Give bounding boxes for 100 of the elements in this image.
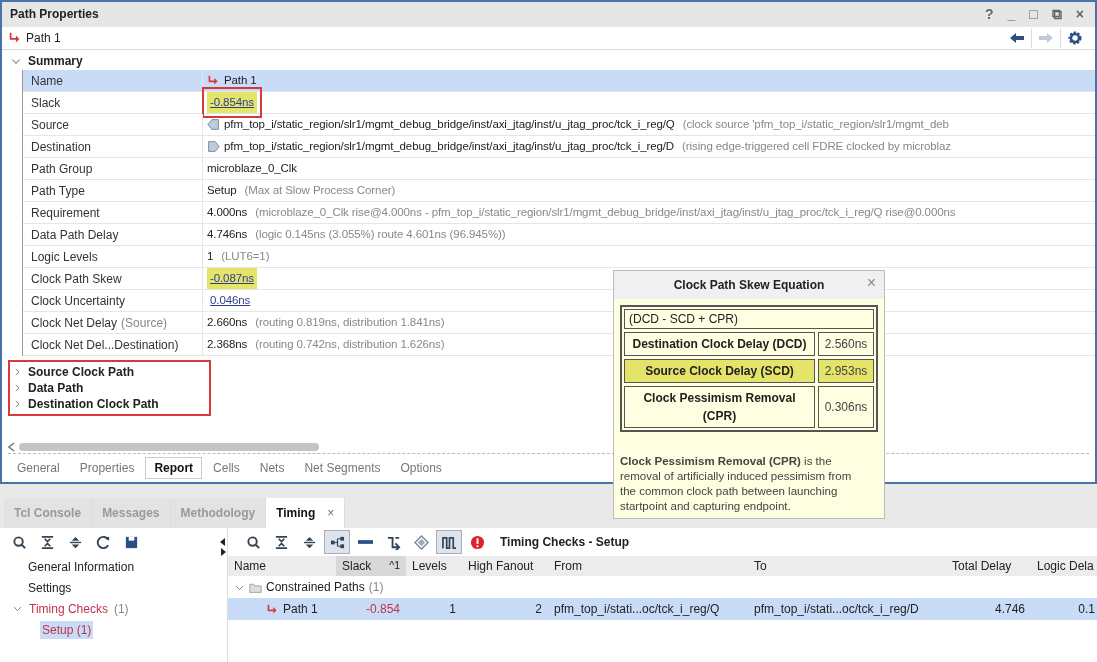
sort-indicator: ^1 <box>389 558 400 574</box>
save-icon <box>123 534 139 550</box>
property-value: 2.660ns <box>207 314 248 330</box>
column-label: Total Delay <box>952 559 1012 573</box>
splitter-arrows[interactable] <box>219 536 227 558</box>
tree-item[interactable]: Settings <box>26 578 74 597</box>
tab[interactable]: Options <box>391 457 451 479</box>
property-value: pfm_top_i/static_region/slr1/mgmt_debug_bridge/inst/axi_jtag/inst/u_jtag_proc/tck_i_reg/Q <box>224 116 675 132</box>
section-title[interactable]: Summary <box>28 52 83 70</box>
tab[interactable]: Report <box>145 457 203 479</box>
term-value: 0.306ns <box>818 386 874 428</box>
column-label: High Fanout <box>468 559 534 573</box>
term-label: Clock Pessimism Removal (CPR) <box>624 386 815 428</box>
tree-item[interactable]: General Information <box>26 557 137 576</box>
hierarchy-icon <box>329 534 345 550</box>
property-value: 4.746ns <box>207 226 248 242</box>
close-tab-button[interactable]: × <box>327 504 335 522</box>
table-cell: 2 <box>535 602 542 616</box>
collapse-all-icon <box>39 534 55 550</box>
search-icon <box>245 534 261 550</box>
scrollbar-thumb[interactable] <box>19 442 319 451</box>
table-cell: 1 <box>449 602 456 616</box>
route-icon <box>385 534 401 550</box>
property-detail: (LUT6=1) <box>221 248 270 264</box>
input-pin-icon <box>207 118 220 131</box>
property-label: Clock Net Del...Destination) <box>31 336 179 354</box>
popup-note: Clock Pessimism Removal (CPR) is the removal of artificially induced pessimism from the common clock path between launching startpoint and capturing endpoint. <box>619 454 853 514</box>
property-detail: (routing 0.742ns, distribution 1.626ns) <box>255 336 445 352</box>
float-button[interactable]: ⧉ <box>1048 7 1065 22</box>
tree-item[interactable]: Setup (1) <box>40 620 94 639</box>
value-link[interactable]: 0.046ns <box>207 289 254 312</box>
expand-icon <box>67 534 83 550</box>
column-header[interactable]: Name <box>228 557 336 575</box>
tab[interactable]: General <box>8 457 69 479</box>
collapse-all-icon <box>273 534 289 550</box>
column-header[interactable]: High Fanout <box>462 557 548 575</box>
property-label: Path Type <box>31 182 85 200</box>
property-label: Destination <box>31 138 92 156</box>
minus-icon <box>357 540 373 544</box>
tab[interactable]: Properties <box>70 457 144 479</box>
path-icon <box>266 602 279 616</box>
property-detail: (rising edge-triggered cell FDRE clocked by microblaz <box>682 138 951 154</box>
property-label: Requirement <box>31 204 100 222</box>
object-name: Path 1 <box>26 29 61 47</box>
property-note: (Source) <box>121 314 168 332</box>
property-value: 2.368ns <box>207 336 248 352</box>
column-header[interactable]: From <box>548 557 748 575</box>
property-value: pfm_top_i/static_region/slr1/mgmt_debug_bridge/inst/axi_jtag/inst/u_jtag_proc/tck_i_reg/D <box>224 138 675 154</box>
property-label: Logic Levels <box>31 248 98 266</box>
property-label: Clock Net Delay <box>31 314 118 332</box>
value-link[interactable]: -0.087ns <box>207 267 257 290</box>
property-detail: (microblaze_0_Clk rise@4.000ns - pfm_top_i/static_region/slr1/mgmt_debug_bridge/inst/axi_jtag/inst/u_jtag_proc/tck_i_reg/Q rise@0.000ns <box>255 204 956 220</box>
tab[interactable]: Timing × <box>266 498 346 528</box>
tab[interactable]: Cells <box>204 457 249 479</box>
column-label: Logic Dela <box>1037 559 1094 573</box>
section-title[interactable]: Destination Clock Path <box>28 395 159 413</box>
column-label: Slack <box>342 558 372 575</box>
column-label: Name <box>234 559 266 573</box>
search-icon <box>11 534 27 550</box>
popup-title: Clock Path Skew Equation <box>673 277 825 294</box>
tab[interactable]: Nets <box>250 457 294 479</box>
term-label: Destination Clock Delay (DCD) <box>624 332 815 356</box>
column-label: To <box>754 559 767 573</box>
hierarchy-button[interactable] <box>324 530 350 554</box>
tab[interactable]: Net Segments <box>295 457 390 479</box>
property-label: Source <box>31 116 70 134</box>
property-detail: (logic 0.145ns (3.055%) route 4.601ns (96.945%)) <box>255 226 506 242</box>
close-button[interactable]: × <box>1072 7 1087 22</box>
diamond-icon <box>413 534 429 550</box>
property-value: Setup <box>207 182 237 198</box>
waveform-button[interactable] <box>436 530 462 554</box>
property-value: 4.000ns <box>207 204 248 220</box>
term-value: 2.953ns <box>818 359 874 383</box>
property-label: Name <box>31 72 63 90</box>
item-count: (1) <box>368 579 384 596</box>
term-value: 2.560ns <box>818 332 874 356</box>
help-button[interactable]: ? <box>982 7 997 22</box>
property-label: Path Group <box>31 160 93 178</box>
property-label: Data Path Delay <box>31 226 119 244</box>
section-title[interactable]: Data Path <box>28 379 84 397</box>
scroll-left-button[interactable] <box>8 441 15 452</box>
column-header[interactable]: Slack ^1 <box>336 556 406 576</box>
group-label[interactable]: Constrained Paths <box>266 578 365 596</box>
maximize-button[interactable]: □ <box>1026 7 1041 22</box>
table-cell: 4.746 <box>994 602 1025 616</box>
tree-item[interactable]: Timing Checks <box>27 599 110 618</box>
column-header[interactable]: Logic Dela <box>1031 557 1097 575</box>
property-label: Clock Path Skew <box>31 270 122 288</box>
column-label: From <box>554 559 582 573</box>
minimize-button[interactable]: _ <box>1004 7 1019 22</box>
settings-icon <box>1067 29 1083 46</box>
section-title[interactable]: Source Clock Path <box>28 363 135 381</box>
column-header[interactable]: To <box>748 557 946 575</box>
refresh-icon <box>95 534 111 550</box>
formula-cell: (DCD - SCD + CPR) <box>624 309 874 329</box>
view-title: Timing Checks - Setup <box>500 534 630 551</box>
property-value: 1 <box>207 248 214 264</box>
path-name[interactable]: Path 1 <box>283 600 318 618</box>
column-header[interactable]: Levels <box>406 557 462 575</box>
column-header[interactable]: Total Delay <box>946 557 1031 575</box>
